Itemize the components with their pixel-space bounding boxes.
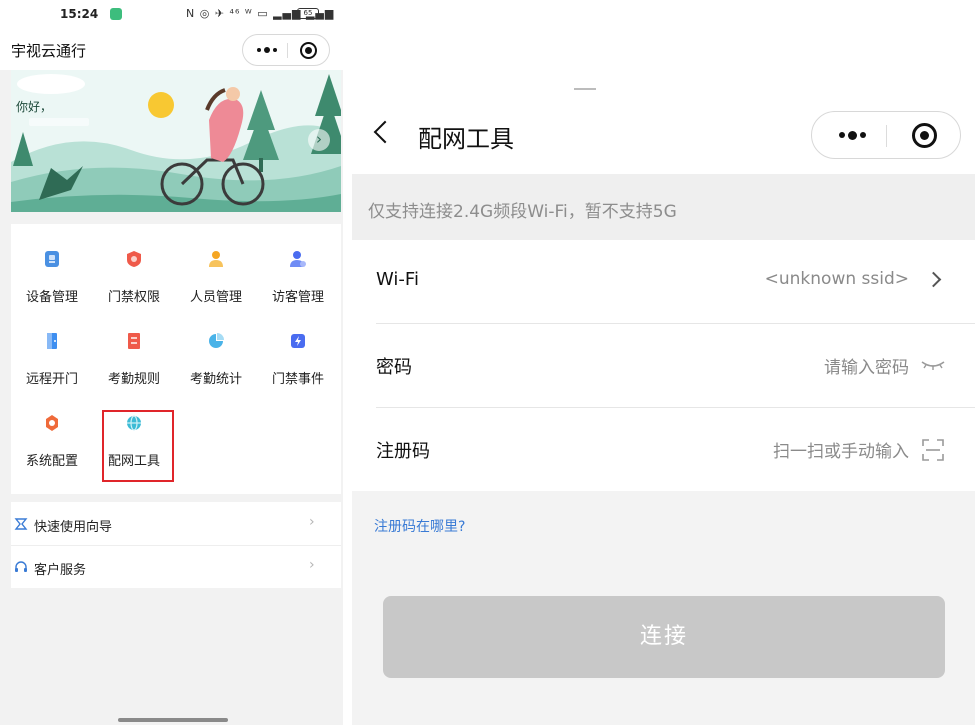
mini-program-navbar: 配网工具 <box>352 0 975 174</box>
app-notification-icon <box>110 8 122 20</box>
rules-icon <box>128 333 140 349</box>
banner-next-icon[interactable]: › <box>308 129 330 151</box>
page-title: 宇视云通行 <box>11 42 87 60</box>
grid-item-device-management[interactable]: 设备管理 <box>11 224 93 305</box>
grid-item-attendance-stats[interactable]: 考勤统计 <box>175 306 257 387</box>
close-miniprogram-icon[interactable] <box>300 42 317 59</box>
registration-code-label: 注册码 <box>376 441 430 462</box>
grid-item-personnel-management[interactable]: 人员管理 <box>175 224 257 305</box>
grid-item-remote-open[interactable]: 远程开门 <box>11 306 93 387</box>
eye-closed-icon[interactable] <box>920 358 946 372</box>
registration-code-row: 注册码 扫一扫或手动输入 <box>352 408 975 492</box>
stats-icon <box>209 333 224 348</box>
capsule-menu <box>242 34 330 66</box>
highlight-box <box>102 410 174 482</box>
grid-label: 访客管理 <box>271 290 324 305</box>
status-time: 15:24 <box>60 7 99 21</box>
grid-label: 门禁权限 <box>107 290 160 305</box>
grid-item-access-events[interactable]: 门禁事件 <box>257 306 339 387</box>
connect-button[interactable]: 连接 <box>383 596 945 678</box>
config-icon <box>46 415 58 431</box>
grid-item-system-config[interactable]: 系统配置 <box>11 388 93 469</box>
capsule-menu <box>811 111 961 159</box>
more-icon[interactable] <box>249 35 285 65</box>
visitor-icon <box>290 251 306 267</box>
right-phone-screen: 配网工具 仅支持连接2.4G频段Wi-Fi，暂不支持5G Wi-Fi <unkn… <box>352 0 975 725</box>
person-icon <box>209 251 223 267</box>
grid-label: 门禁事件 <box>271 372 324 387</box>
grid-item-access-permission[interactable]: 门禁权限 <box>93 224 175 305</box>
wifi-ssid-value: <unknown ssid> <box>764 269 909 289</box>
grid-label: 系统配置 <box>25 454 78 469</box>
chevron-right-icon: › <box>309 557 315 573</box>
grid-item-visitor-management[interactable]: 访客管理 <box>257 224 339 305</box>
menu-list: 快速使用向导 › 客户服务 › <box>11 502 341 588</box>
left-phone-screen: 15:24 N ◎ ✈ ⁴⁶ ᵂ ▭ ▂▄▆ ▂▄▆ 65 宇视云通行 你好， … <box>0 0 343 725</box>
banner-greeting: 你好， <box>16 100 53 114</box>
grid-label: 设备管理 <box>25 290 78 305</box>
password-input[interactable]: 请输入密码 <box>824 353 909 378</box>
chevron-right-icon <box>925 271 942 288</box>
where-is-registration-code-link[interactable]: 注册码在哪里? <box>374 516 465 536</box>
door-icon <box>47 333 57 349</box>
grid-label: 考勤统计 <box>189 372 242 387</box>
mini-program-navbar: 宇视云通行 <box>0 30 343 70</box>
banner-illustration <box>11 70 341 212</box>
page-title: 配网工具 <box>418 125 514 153</box>
event-icon <box>291 334 305 348</box>
password-label: 密码 <box>376 357 412 378</box>
registration-code-input[interactable]: 扫一扫或手动输入 <box>773 437 909 462</box>
grid-label: 远程开门 <box>25 372 78 387</box>
more-icon[interactable] <box>826 112 878 158</box>
grid-label: 考勤规则 <box>107 372 160 387</box>
banner-blurred-text <box>29 118 89 126</box>
password-row: 密码 请输入密码 <box>352 324 975 408</box>
wifi-row[interactable]: Wi-Fi <unknown ssid> <box>352 240 975 324</box>
welcome-banner: 你好， › <box>11 70 341 212</box>
grid-label: 人员管理 <box>189 290 242 305</box>
device-icon <box>45 251 59 267</box>
guide-icon <box>14 518 28 530</box>
headset-icon <box>15 561 27 572</box>
menu-item-label: 快速使用向导 <box>34 520 113 535</box>
feature-grid: 设备管理 门禁权限 人员管理 访客管理 远程开门 考勤规则 考勤统计 门禁事件 … <box>11 224 341 494</box>
status-bar: 15:24 N ◎ ✈ ⁴⁶ ᵂ ▭ ▂▄▆ ▂▄▆ 65 <box>0 0 343 30</box>
grid-item-attendance-rules[interactable]: 考勤规则 <box>93 306 175 387</box>
home-indicator <box>118 718 228 722</box>
chevron-right-icon: › <box>309 514 315 530</box>
menu-item-label: 客户服务 <box>34 563 87 578</box>
menu-item-quick-guide[interactable]: 快速使用向导 › <box>11 504 341 546</box>
scan-icon[interactable] <box>922 439 944 461</box>
menu-item-customer-service[interactable]: 客户服务 › <box>11 547 341 589</box>
network-config-form: Wi-Fi <unknown ssid> 密码 请输入密码 注册码 扫一扫或手动… <box>352 240 975 491</box>
battery-icon: 65 <box>297 8 319 19</box>
back-arrow-icon[interactable] <box>373 120 397 144</box>
wifi-label: Wi-Fi <box>376 269 419 290</box>
wifi-notice: 仅支持连接2.4G频段Wi-Fi，暂不支持5G <box>368 202 677 222</box>
close-miniprogram-icon[interactable] <box>912 123 937 148</box>
shield-icon <box>127 251 141 267</box>
